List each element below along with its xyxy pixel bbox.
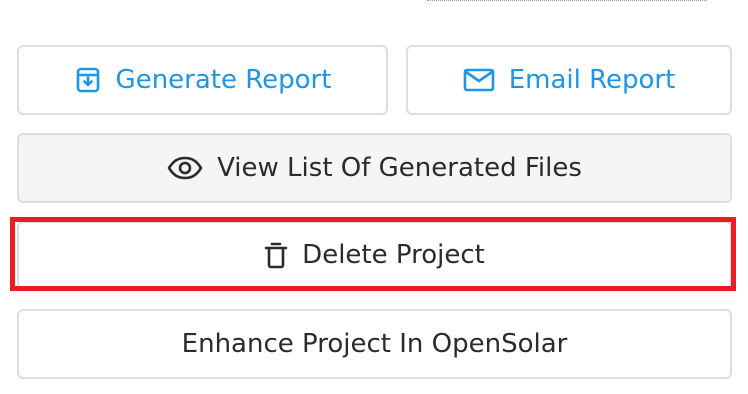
delete-project-label: Delete Project: [302, 240, 485, 270]
eye-icon: [167, 156, 203, 180]
view-generated-files-label: View List Of Generated Files: [217, 153, 582, 183]
download-box-icon: [74, 66, 102, 94]
view-generated-files-button[interactable]: View List Of Generated Files: [17, 133, 732, 203]
enhance-project-button[interactable]: Enhance Project In OpenSolar: [17, 309, 732, 379]
generate-report-label: Generate Report: [115, 65, 332, 95]
email-report-label: Email Report: [508, 65, 676, 95]
trash-icon: [264, 241, 288, 269]
dotted-divider: [427, 0, 707, 2]
email-report-button[interactable]: Email Report: [406, 45, 732, 115]
delete-project-button[interactable]: Delete Project: [17, 221, 732, 289]
mail-icon: [463, 67, 495, 93]
generate-report-button[interactable]: Generate Report: [17, 45, 388, 115]
enhance-project-label: Enhance Project In OpenSolar: [181, 329, 568, 359]
